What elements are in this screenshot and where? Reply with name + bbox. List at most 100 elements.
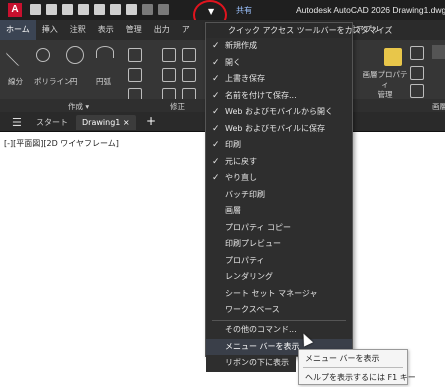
menu-item-label: その他のコマンド... (225, 325, 297, 334)
polyline-label[interactable]: ポリライン (34, 76, 72, 87)
menu-item-label: 新規作成 (225, 41, 257, 50)
line-label[interactable]: 線分 (8, 76, 23, 87)
menu-item-new[interactable]: ✓ 新規作成 (206, 38, 352, 55)
menu-item-web-save[interactable]: ✓ Web およびモバイルに保存 (206, 121, 352, 138)
menu-item-label: 画層 (225, 206, 241, 215)
layer-panel-title[interactable]: 画層 (432, 101, 445, 112)
menu-separator (212, 320, 346, 321)
menu-item-web-open[interactable]: ✓ Web およびモバイルから開く (206, 104, 352, 121)
checkmark-icon: ✓ (212, 90, 220, 101)
tooltip: メニュー バーを表示 ヘルプを表示するには F1 キー (298, 349, 416, 385)
tab-home[interactable]: ホーム (0, 20, 36, 40)
start-tab[interactable]: スタート (30, 115, 74, 130)
rectangle-icon[interactable] (128, 48, 142, 62)
move-icon[interactable] (162, 48, 176, 62)
tooltip-title: メニュー バーを表示 (305, 354, 380, 363)
menu-item-label: バッチ印刷 (225, 189, 265, 199)
layer-dropdown[interactable] (432, 45, 445, 59)
menu-item-batch-plot[interactable]: バッチ印刷 (206, 187, 352, 204)
menu-item-label: プロパティ コピー (225, 222, 292, 232)
tab-annotate[interactable]: 注釈 (64, 20, 92, 40)
menu-item-layer[interactable]: 画層 (206, 203, 352, 220)
menu-item-properties[interactable]: プロパティ (206, 253, 352, 270)
menu-icon[interactable]: ☰ (12, 116, 22, 129)
quick-access-toolbar (30, 4, 169, 15)
menu-item-show-below-ribbon[interactable]: リボンの下に表示 (206, 355, 296, 372)
menu-item-print[interactable]: ✓ 印刷 (206, 137, 352, 154)
menu-header: クイック アクセス ツールバーをカスタマイズ (206, 23, 392, 38)
circle-label[interactable]: 円 (70, 76, 78, 87)
open-icon[interactable] (46, 4, 57, 15)
arc-icon[interactable] (96, 46, 114, 58)
print-icon[interactable] (126, 4, 137, 15)
menu-item-redo[interactable]: ✓ やり直し (206, 170, 352, 187)
arc-label[interactable]: 円弧 (96, 76, 111, 87)
menu-item-label: レンダリング (225, 272, 273, 281)
menu-item-sheet-set-manager[interactable]: シート セット マネージャ (206, 286, 352, 303)
autocad-logo[interactable]: A (8, 3, 22, 17)
circle-icon[interactable] (66, 46, 84, 64)
web-open-icon[interactable] (94, 4, 105, 15)
checkmark-icon: ✓ (212, 140, 220, 150)
menu-item-label: 開く (225, 57, 241, 67)
save-icon[interactable] (62, 4, 73, 15)
new-tab-plus-icon[interactable]: + (146, 114, 156, 128)
menu-item-label: リボンの下に表示 (225, 358, 289, 367)
line-icon[interactable] (5, 43, 29, 67)
tab-manage[interactable]: 管理 (120, 20, 148, 40)
checkmark-icon: ✓ (212, 123, 220, 134)
menu-item-save-as[interactable]: ✓ 名前を付けて保存... (206, 88, 352, 105)
menu-item-undo[interactable]: ✓ 元に戻す (206, 154, 352, 171)
menu-item-label: メニュー バーを表示 (225, 341, 300, 351)
window-title: Autodesk AutoCAD 2026 Drawing1.dwg (296, 5, 445, 15)
tab-output[interactable]: 出力 (148, 20, 176, 40)
checkmark-icon: ✓ (212, 173, 220, 183)
share-label[interactable]: 共有 (236, 5, 252, 16)
layer-freeze-icon[interactable] (410, 66, 424, 80)
hatch-icon[interactable] (128, 68, 142, 82)
menu-item-match-properties[interactable]: プロパティ コピー (206, 220, 352, 237)
menu-item-label: 印刷プレビュー (225, 239, 281, 248)
menu-item-render[interactable]: レンダリング (206, 269, 352, 286)
tab-insert[interactable]: 挿入 (36, 20, 64, 40)
checkmark-icon: ✓ (212, 156, 220, 167)
mirror-icon[interactable] (182, 68, 196, 82)
undo-icon[interactable] (142, 4, 153, 15)
menu-item-label: プロパティ (225, 255, 265, 265)
menu-item-label: ワークスペース (225, 305, 280, 314)
menu-item-open[interactable]: ✓ 開く (206, 55, 352, 72)
draw-panel-title[interactable]: 作成 ▾ (68, 101, 89, 112)
tab-view[interactable]: 表示 (92, 20, 120, 40)
menu-item-label: Web およびモバイルから開く (225, 107, 333, 116)
tooltip-separator (303, 367, 403, 368)
menu-item-workspace[interactable]: ワークスペース (206, 302, 352, 319)
viewport-controls[interactable]: [-][平面図][2D ワイヤフレーム] (4, 138, 119, 149)
menu-item-label: 上書き保存 (225, 74, 265, 83)
checkmark-icon: ✓ (212, 57, 220, 68)
copy-icon[interactable] (162, 68, 176, 82)
web-save-icon[interactable] (110, 4, 121, 15)
menu-item-label: 印刷 (225, 140, 241, 149)
redo-icon[interactable] (158, 4, 169, 15)
checkmark-icon: ✓ (212, 74, 220, 84)
tooltip-help: ヘルプを表示するには F1 キー (305, 373, 416, 382)
rotate-icon[interactable] (182, 48, 196, 62)
checkmark-icon: ✓ (212, 107, 220, 117)
save-as-icon[interactable] (78, 4, 89, 15)
menu-item-label: Web およびモバイルに保存 (225, 123, 325, 133)
polyline-icon[interactable] (36, 48, 50, 62)
menu-item-label: シート セット マネージャ (225, 288, 318, 298)
tab-addins[interactable]: ア (176, 20, 196, 40)
modify-panel-title[interactable]: 修正 (170, 101, 185, 112)
menu-item-more-commands[interactable]: その他のコマンド... (206, 322, 352, 339)
menu-item-label: 元に戻す (225, 156, 257, 166)
layer-lock-icon[interactable] (410, 84, 424, 98)
menu-item-save[interactable]: ✓ 上書き保存 (206, 71, 352, 88)
drawing-tab[interactable]: Drawing1 × (76, 115, 136, 130)
layer-properties-icon[interactable] (384, 48, 402, 66)
layer-properties-label[interactable]: 画層プロパティ 管理 (360, 70, 410, 100)
menu-item-label: やり直し (225, 173, 257, 182)
layer-state-icon[interactable] (410, 46, 424, 60)
new-icon[interactable] (30, 4, 41, 15)
menu-item-plot-preview[interactable]: 印刷プレビュー (206, 236, 352, 253)
